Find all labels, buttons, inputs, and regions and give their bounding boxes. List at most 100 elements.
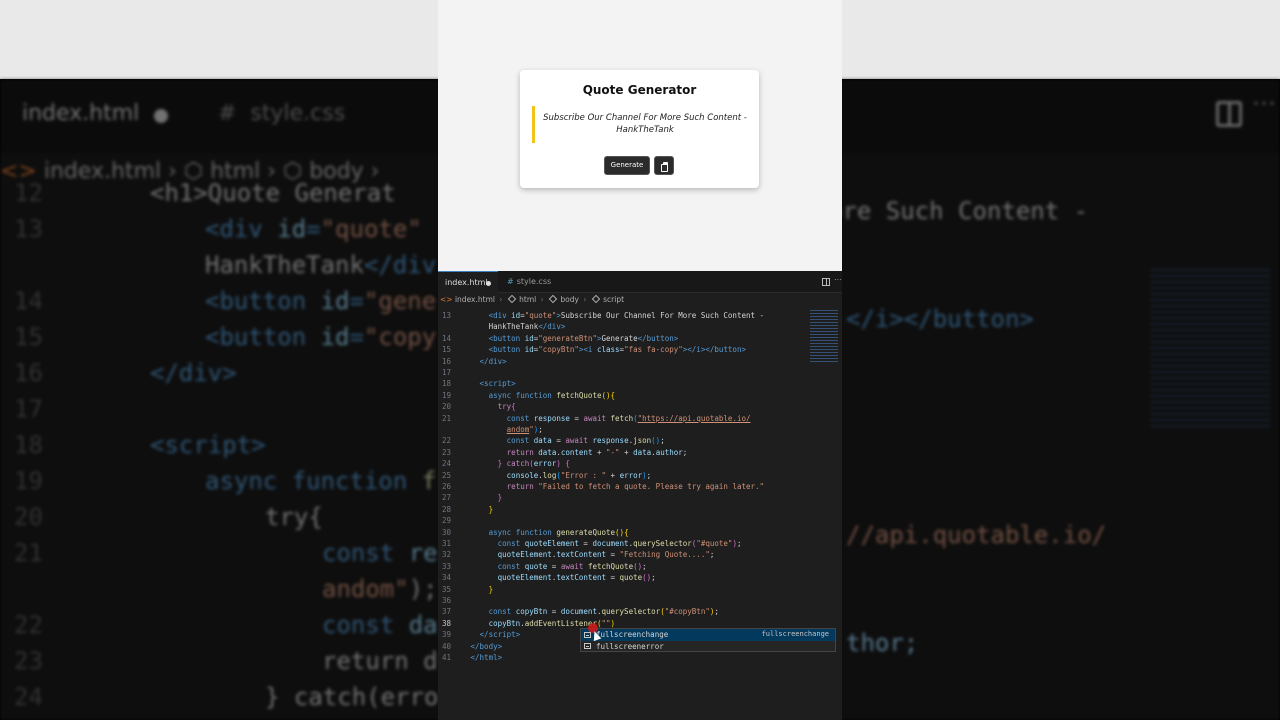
code-text: return data.content + "-" + data.author; bbox=[506, 447, 688, 457]
background-code-text: <h1>Quote Generat bbox=[150, 179, 396, 207]
code-line[interactable]: 23 return data.content + "-" + data.autho… bbox=[438, 447, 842, 458]
code-text: quoteElement.textContent = "Fetching Quo… bbox=[497, 550, 715, 560]
line-number: 30 bbox=[441, 527, 451, 537]
code-line[interactable]: 15 <button id="copyBtn"><i class="fas fa-… bbox=[438, 344, 842, 355]
code-editor: index.html # style.css ··· <> index.html … bbox=[438, 271, 842, 720]
code-text: async function generateQuote(){ bbox=[488, 527, 629, 537]
background-code-text: </i></button> bbox=[846, 305, 1034, 333]
code-text: const quote = await fetchQuote(); bbox=[497, 561, 647, 571]
code-text: <div id="quote">Subscribe Our Channel Fo… bbox=[488, 311, 765, 320]
code-text: } bbox=[497, 493, 503, 503]
breadcrumb-item-script[interactable]: script bbox=[603, 295, 624, 304]
autocomplete-item[interactable]: fullscreenchange fullscreenchange bbox=[581, 629, 835, 641]
more-actions-icon[interactable]: ··· bbox=[834, 275, 842, 284]
tab-style-css[interactable]: # style.css bbox=[500, 271, 560, 293]
code-text: </div> bbox=[479, 356, 507, 366]
code-line[interactable]: 21 const response = await fetch("https://… bbox=[438, 413, 842, 424]
chevron-right-icon: › bbox=[499, 295, 503, 304]
line-number: 18 bbox=[441, 379, 451, 389]
line-number: 21 bbox=[441, 413, 451, 423]
code-line[interactable]: 30 async function generateQuote(){ bbox=[438, 527, 842, 538]
code-line[interactable]: 25 console.log("Error : " + error); bbox=[438, 470, 842, 481]
breadcrumb-item-file[interactable]: index.html bbox=[455, 295, 495, 304]
code-line[interactable]: 19 async function fetchQuote(){ bbox=[438, 390, 842, 401]
code-line[interactable]: 27} bbox=[438, 492, 842, 503]
line-number: 31 bbox=[441, 539, 451, 548]
code-text: try{ bbox=[497, 402, 516, 412]
background-code-text: //api.quotable.io/ bbox=[846, 521, 1107, 549]
code-text: <button id="generateBtn">Generate</butto… bbox=[488, 333, 679, 343]
code-text: const data = await response.json(); bbox=[506, 436, 665, 446]
background-code-text: </div> bbox=[150, 359, 237, 387]
background-tab-index: index.html bbox=[22, 101, 140, 126]
code-line[interactable]: 37 const copyBtn = document.querySelector… bbox=[438, 606, 842, 617]
code-line[interactable]: 29 bbox=[438, 515, 842, 526]
background-line-number: 17 bbox=[14, 395, 43, 423]
code-line[interactable]: 17 bbox=[438, 367, 842, 378]
code-line[interactable]: 20 try{ bbox=[438, 401, 842, 412]
code-text: } bbox=[488, 584, 494, 594]
line-number: 19 bbox=[441, 390, 451, 400]
generate-button[interactable]: Generate bbox=[604, 156, 650, 175]
autocomplete-item[interactable]: fullscreenerror bbox=[581, 641, 835, 653]
breadcrumb-item-body[interactable]: body bbox=[560, 295, 579, 304]
line-number: 22 bbox=[441, 436, 451, 446]
code-line[interactable]: 28} bbox=[438, 504, 842, 515]
background-line-number: 24 bbox=[14, 683, 43, 711]
autocomplete-popup: fullscreenchange fullscreenchange fullsc… bbox=[580, 628, 836, 652]
tab-index-html[interactable]: index.html bbox=[438, 271, 498, 293]
code-line[interactable]: 13 <div id="quote">Subscribe Our Channel … bbox=[438, 310, 842, 321]
page-title: Quote Generator bbox=[582, 83, 697, 97]
code-line[interactable]: 32 quoteElement.textContent = "Fetching Q… bbox=[438, 549, 842, 560]
background-minimap bbox=[1150, 269, 1270, 429]
code-line[interactable]: 36 bbox=[438, 595, 842, 606]
code-line[interactable]: HankTheTank</div> bbox=[438, 321, 842, 332]
split-editor-icon[interactable] bbox=[822, 278, 830, 286]
copy-button[interactable] bbox=[654, 156, 674, 175]
code-line[interactable]: 18 <script> bbox=[438, 378, 842, 389]
more-icon: ··· bbox=[1252, 89, 1276, 116]
quote-text: Subscribe Our Channel For More Such Cont… bbox=[543, 113, 747, 135]
line-number: 40 bbox=[441, 641, 451, 651]
autocomplete-item-label: fullscreenchange bbox=[596, 630, 669, 639]
line-number: 28 bbox=[441, 504, 451, 514]
code-line[interactable]: 16 </div> bbox=[438, 356, 842, 367]
background-line-number: 16 bbox=[14, 359, 43, 387]
code-line[interactable]: andom"); bbox=[438, 424, 842, 435]
code-line[interactable]: 22 const data = await response.json(); bbox=[438, 435, 842, 446]
line-number: 35 bbox=[441, 584, 451, 594]
code-line[interactable]: 33 const quote = await fetchQuote(); bbox=[438, 561, 842, 572]
line-number: 24 bbox=[441, 459, 451, 469]
background-code-text: thor; bbox=[846, 629, 919, 657]
background-line-number: 23 bbox=[14, 647, 43, 675]
browser-preview: Quote Generator Subscribe Our Channel Fo… bbox=[438, 0, 842, 271]
chevron-right-icon: › bbox=[540, 295, 544, 304]
quote-card: Quote Generator Subscribe Our Channel Fo… bbox=[520, 70, 759, 188]
line-number: 34 bbox=[441, 573, 451, 583]
background-line-number: 14 bbox=[14, 287, 43, 315]
code-text: } bbox=[488, 504, 494, 514]
minimap[interactable] bbox=[810, 310, 838, 362]
code-text: <button id="copyBtn"><i class="fas fa-co… bbox=[488, 345, 746, 355]
code-line[interactable]: 26 return "Failed to fetch a quote. Pleas… bbox=[438, 481, 842, 492]
line-number: 27 bbox=[441, 493, 451, 503]
tab-label: style.css bbox=[516, 277, 552, 286]
tab-label: index.html bbox=[445, 278, 488, 287]
line-number: 29 bbox=[441, 516, 451, 526]
code-line[interactable]: 35} bbox=[438, 584, 842, 595]
text-suggestion-icon bbox=[584, 643, 591, 649]
code-line[interactable]: 14 <button id="generateBtn">Generate</but… bbox=[438, 333, 842, 344]
code-text: HankTheTank</div> bbox=[488, 322, 566, 332]
background-line-number: 19 bbox=[14, 467, 43, 495]
background-line-number: 22 bbox=[14, 611, 43, 639]
breadcrumb-item-html[interactable]: html bbox=[519, 295, 536, 304]
element-icon bbox=[591, 294, 600, 304]
code-line[interactable]: 31 const quoteElement = document.querySel… bbox=[438, 538, 842, 549]
line-number: 26 bbox=[441, 482, 451, 491]
code-line[interactable]: 41 </html> bbox=[438, 652, 842, 663]
code-line[interactable]: 34 quoteElement.textContent = quote(); bbox=[438, 572, 842, 583]
code-text: quoteElement.textContent = quote(); bbox=[497, 573, 656, 583]
code-line[interactable]: 24} catch(error) { bbox=[438, 458, 842, 469]
background-tab-style: # style.css bbox=[218, 101, 346, 126]
line-number: 32 bbox=[441, 550, 451, 560]
